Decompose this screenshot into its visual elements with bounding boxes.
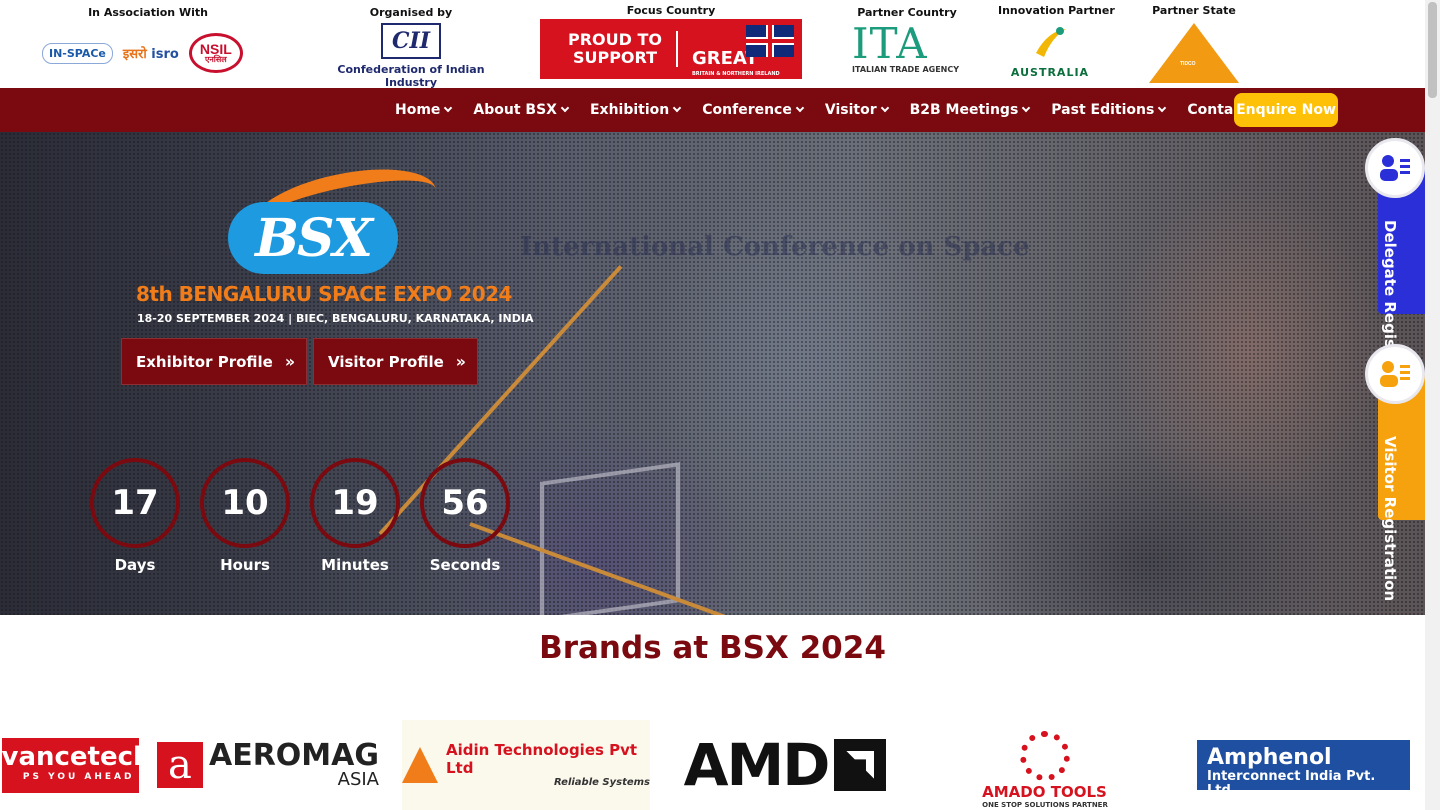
nav-conference[interactable]: Conference [691, 102, 814, 118]
chevron-down-icon [1022, 103, 1031, 113]
partner-header: In Association With IN-SPACe इसरो isro N… [0, 0, 1425, 89]
visitor-person-icon [1365, 344, 1425, 404]
cii-logo[interactable]: CII [381, 23, 441, 59]
chevron-down-icon [673, 103, 682, 113]
visitor-profile-button[interactable]: Visitor Profile ›› [313, 338, 478, 385]
great-britain-logo[interactable]: PROUD TO SUPPORT GREAT BRITAIN & NORTHER… [540, 19, 802, 79]
nav-past-editions[interactable]: Past Editions [1040, 102, 1176, 118]
nav-b2b-meetings[interactable]: B2B Meetings [899, 102, 1041, 118]
chevron-down-icon [795, 103, 805, 113]
partner-country-caption: Partner Country [857, 6, 957, 19]
enquire-now-button[interactable]: Enquire Now [1234, 93, 1338, 127]
organiser-caption: Organised by [369, 6, 453, 19]
association-caption: In Association With [88, 6, 208, 19]
countdown-days: 17 Days [90, 458, 180, 574]
delegate-person-icon [1365, 138, 1425, 198]
brand-advancetech[interactable]: vancetech PS YOU AHEAD [0, 720, 140, 810]
chevron-down-icon [880, 103, 889, 113]
visitor-registration-tab[interactable]: Visitor Registration [1365, 344, 1425, 601]
page-scrollbar[interactable] [1425, 0, 1440, 810]
expo-title: 8th BENGALURU SPACE EXPO 2024 [136, 282, 512, 306]
focus-country-group: Focus Country PROUD TO SUPPORT GREAT BRI… [540, 4, 802, 79]
organiser-group: Organised by CII Confederation of Indian… [318, 6, 504, 89]
brand-amphenol[interactable]: Amphenol Interconnect India Pvt. Ltd. [1182, 720, 1425, 810]
cii-name: Confederation of Indian Industry [337, 63, 485, 89]
expo-dates: 18-20 SEPTEMBER 2024 | BIEC, BENGALURU, … [137, 312, 534, 325]
nav-about-bsx[interactable]: About BSX [462, 102, 579, 118]
australia-star-icon [1036, 27, 1066, 57]
main-nav: Home About BSX Exhibition Conference Vis… [0, 88, 1425, 132]
innovation-partner-caption: Innovation Partner [998, 4, 1115, 17]
exhibitor-profile-button[interactable]: Exhibitor Profile ›› [121, 338, 308, 385]
nav-visitor[interactable]: Visitor [814, 102, 899, 118]
chevron-down-icon [444, 103, 453, 113]
bsx-logo[interactable]: BSX [228, 155, 444, 284]
brand-aidin[interactable]: Aidin Technologies Pvt Ltd Reliable Syste… [402, 720, 650, 810]
gear-icon [1020, 731, 1070, 781]
double-chevron-right-icon: ›› [455, 352, 466, 371]
delegate-registration-tab[interactable]: Delegate Registration [1365, 138, 1425, 406]
partner-country-group: Partner Country ITA ITALIAN TRADE AGENCY [852, 6, 962, 74]
countdown-minutes: 19 Minutes [310, 458, 400, 574]
inspace-logo[interactable]: IN-SPACe [42, 42, 113, 64]
innovation-partner-group: Innovation Partner AUSTRALIA [998, 4, 1115, 79]
brand-amd[interactable]: AMD [662, 720, 908, 810]
association-group: In Association With IN-SPACe इसरो isro N… [42, 6, 274, 73]
partner-state-caption: Partner State [1152, 4, 1236, 17]
double-chevron-right-icon: ›› [284, 352, 295, 371]
visitor-registration-label: Visitor Registration [1381, 436, 1399, 602]
australia-name: AUSTRALIA [1010, 66, 1090, 79]
countdown-seconds: 56 Seconds [420, 458, 510, 574]
brands-heading: Brands at BSX 2024 [539, 630, 886, 666]
brand-aeromag[interactable]: a AEROMAG ASIA [152, 720, 384, 810]
partner-state-group: Partner State TIDCO [1148, 4, 1240, 83]
nsil-logo[interactable]: NSIL एनसिल [188, 33, 243, 73]
nav-exhibition[interactable]: Exhibition [579, 102, 691, 118]
hero-section: International Conference on Space BSX 8t… [0, 132, 1425, 615]
ita-subtitle: ITALIAN TRADE AGENCY [852, 65, 960, 74]
isro-logo[interactable]: इसरो isro [123, 44, 179, 62]
hero-background-banner: International Conference on Space [520, 232, 1030, 262]
ita-logo[interactable]: ITA [852, 23, 962, 65]
scrollbar-thumb[interactable] [1428, 2, 1437, 98]
chevron-down-icon [1158, 103, 1167, 113]
union-jack-icon [746, 25, 794, 57]
amd-arrow-icon [834, 739, 887, 791]
brand-amado-tools[interactable]: AMADO TOOLS ONE STOP SOLUTIONS PARTNER [970, 720, 1120, 810]
chevron-down-icon [560, 103, 570, 113]
nav-home[interactable]: Home [384, 102, 462, 118]
focus-country-caption: Focus Country [626, 4, 716, 17]
tidco-logo[interactable]: TIDCO [1149, 23, 1239, 83]
countdown-hours: 10 Hours [200, 458, 290, 574]
